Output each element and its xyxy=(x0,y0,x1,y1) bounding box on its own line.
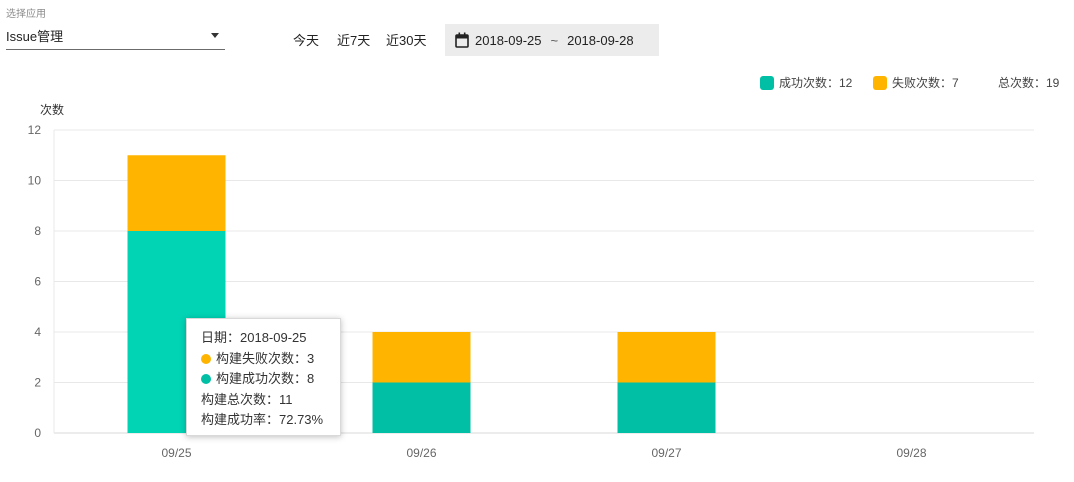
tooltip-fail-row: 构建失败次数：3 xyxy=(201,349,340,370)
y-tick-label: 12 xyxy=(28,123,42,137)
bar-fail-09-26[interactable] xyxy=(372,332,471,383)
chart-tooltip: 日期：2018-09-25 构建失败次数：3 构建成功次数：8 构建总次数：11… xyxy=(186,318,341,436)
x-ticks: 09/25 09/26 09/27 09/28 xyxy=(161,446,926,460)
y-tick-label: 6 xyxy=(34,275,41,289)
y-tick-label: 2 xyxy=(34,376,41,390)
build-count-chart: 0 2 4 6 8 10 12 09/25 09/26 09/27 09/28 xyxy=(28,123,1034,460)
tooltip-date: 日期：2018-09-25 xyxy=(201,330,307,345)
y-tick-label: 4 xyxy=(34,325,41,339)
x-tick-label: 09/26 xyxy=(406,446,436,460)
bar-fail-09-25[interactable] xyxy=(127,155,226,231)
tooltip-success-row: 构建成功次数：8 xyxy=(201,369,340,390)
y-tick-label: 8 xyxy=(34,224,41,238)
bar-success-09-27[interactable] xyxy=(617,382,716,434)
tooltip-total: 构建总次数：11 xyxy=(201,391,293,407)
tooltip-success-dot xyxy=(201,374,211,385)
y-tick-label: 0 xyxy=(34,426,41,440)
y-ticks: 0 2 4 6 8 10 12 xyxy=(28,123,42,440)
x-tick-label: 09/25 xyxy=(161,446,191,460)
tooltip-success: 构建成功次数：8 xyxy=(216,371,315,386)
tooltip-rate: 构建成功率：72.73% xyxy=(201,412,324,427)
x-tick-label: 09/27 xyxy=(651,446,681,460)
tooltip-fail-dot xyxy=(201,353,211,364)
y-tick-label: 10 xyxy=(28,174,42,188)
tooltip-fail: 构建失败次数：3 xyxy=(216,350,315,366)
x-tick-label: 09/28 xyxy=(896,446,926,460)
bar-success-09-26[interactable] xyxy=(372,382,471,434)
bar-fail-09-27[interactable] xyxy=(617,332,716,383)
